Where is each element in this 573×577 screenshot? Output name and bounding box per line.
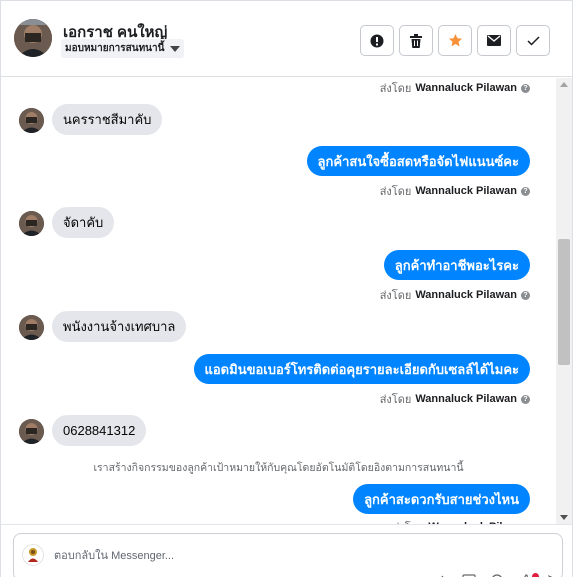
message-bubble-outgoing[interactable]: ลูกค้าทำอาชีพอะไรคะ xyxy=(383,250,530,280)
sent-by-label: ส่งโดย Wannaluck Pilawan ? xyxy=(380,182,530,200)
chevron-down-icon xyxy=(170,45,181,52)
trash-icon xyxy=(410,33,422,48)
info-icon[interactable]: ? xyxy=(521,186,530,196)
checkmark-icon xyxy=(526,35,540,46)
contact-avatar-small xyxy=(19,211,44,236)
conversation-header: เอกราช คนใหญ่ มอบหมายการสนทนานี้ xyxy=(1,1,572,77)
info-icon[interactable]: ? xyxy=(521,83,530,93)
message-thread: ส่งโดย Wannaluck Pilawan ? นครราชสีมาคับ… xyxy=(1,78,556,524)
star-icon xyxy=(448,33,462,47)
message-bubble-outgoing[interactable]: ลูกค้าสนใจซื้อสดหรือจัดไฟแนนซ์คะ xyxy=(306,146,530,176)
info-icon[interactable]: ? xyxy=(521,394,530,404)
scroll-down-arrow-icon[interactable] xyxy=(560,515,568,520)
report-button[interactable] xyxy=(360,25,394,56)
message-bubble-incoming[interactable]: จัดาคับ xyxy=(52,207,115,238)
exclamation-icon xyxy=(370,34,384,47)
conversation-window: เอกราช คนใหญ่ มอบหมายการสนทนานี้ ส่งโดย … xyxy=(0,0,573,577)
info-icon[interactable]: ? xyxy=(521,290,530,300)
assign-conversation-dropdown[interactable]: มอบหมายการสนทนานี้ xyxy=(61,39,185,58)
star-button[interactable] xyxy=(438,25,472,56)
scroll-up-arrow-icon[interactable] xyxy=(560,82,568,87)
reply-bar xyxy=(1,524,572,577)
message-bubble-incoming[interactable]: นครราชสีมาคับ xyxy=(52,104,163,135)
assign-label: มอบหมายการสนทนานี้ xyxy=(65,43,165,54)
contact-avatar-small xyxy=(19,419,44,444)
contact-avatar-small xyxy=(19,315,44,340)
sent-by-label: ส่งโดย Wannaluck Pilawan ? xyxy=(380,286,530,304)
page-avatar xyxy=(22,544,44,566)
system-note: เราสร้างกิจกรรมของลูกค้าเป้าหมายให้กับคุ… xyxy=(93,462,464,474)
header-actions xyxy=(360,25,550,56)
scrollbar-thumb[interactable] xyxy=(558,239,570,365)
message-bubble-outgoing[interactable]: แอดมินขอเบอร์โทรติดต่อคุยรายละเอียดกับเซ… xyxy=(193,354,530,384)
thread-scrollbar[interactable] xyxy=(556,78,572,524)
delete-button[interactable] xyxy=(399,25,433,56)
envelope-icon xyxy=(487,35,501,46)
contact-avatar[interactable] xyxy=(14,19,52,57)
sent-by-label: ส่งโดย Wannaluck Pilawan ? xyxy=(380,79,530,97)
message-bubble-outgoing[interactable]: ลูกค้าสะดวกรับสายช่วงไหน xyxy=(353,484,530,514)
reply-input[interactable] xyxy=(54,547,414,565)
message-bubble-incoming[interactable]: 0628841312 xyxy=(52,415,147,446)
done-button[interactable] xyxy=(516,25,550,56)
sent-by-label: ส่งโดย Wannaluck Pilawan ? xyxy=(380,390,530,408)
message-bubble-incoming[interactable]: พนังงานจ้างเทศบาล xyxy=(52,311,187,342)
notification-dot xyxy=(532,573,539,577)
reply-composer[interactable] xyxy=(13,533,563,577)
contact-avatar-small xyxy=(19,108,44,133)
mail-button[interactable] xyxy=(477,25,511,56)
